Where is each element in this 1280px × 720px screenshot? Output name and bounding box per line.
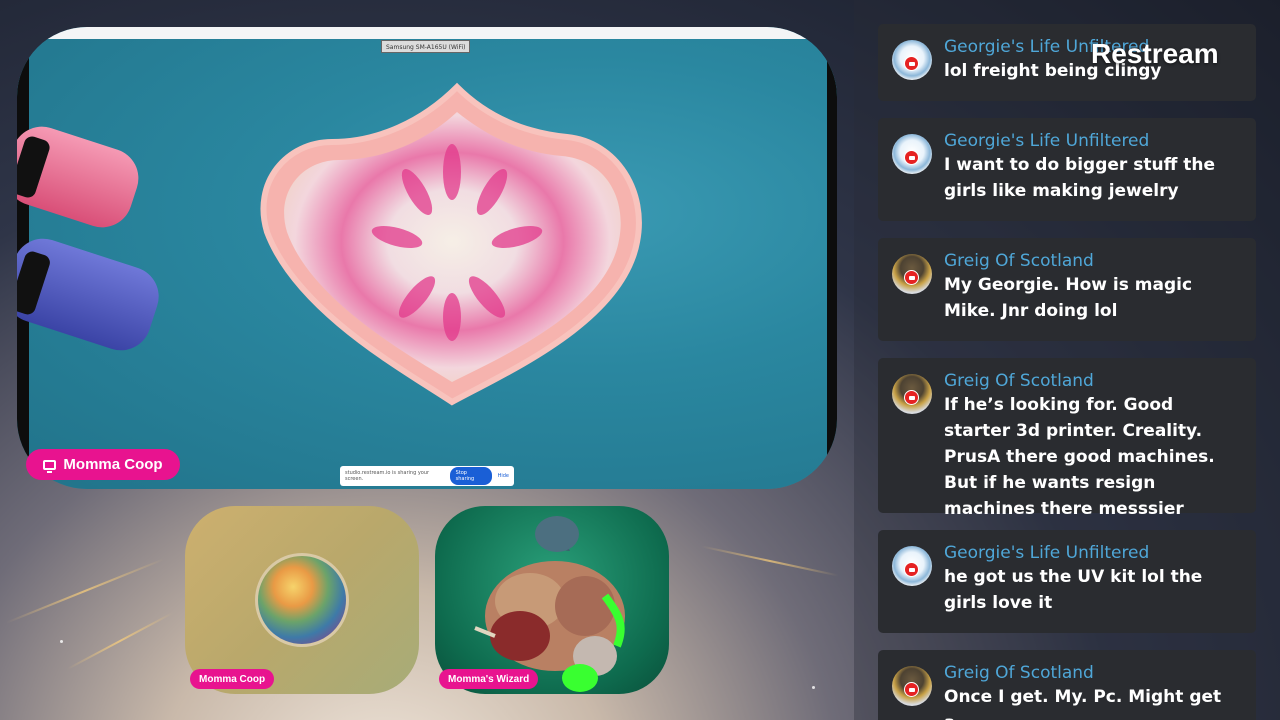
share-notice-text: studio.restream.io is sharing your scree…: [345, 470, 430, 482]
miniature-figure: [474, 516, 625, 692]
camera-tile-mommas-wizard: [435, 506, 669, 694]
chat-message: Georgie's Life Unfiltered I want to do b…: [878, 118, 1256, 221]
stop-sharing-button[interactable]: Stop sharing: [449, 467, 492, 485]
youtube-icon: [904, 56, 919, 71]
youtube-icon: [904, 270, 919, 285]
youtube-icon: [904, 150, 919, 165]
main-source-name: Momma Coop: [63, 456, 163, 473]
youtube-icon: [904, 390, 919, 405]
chat-message: Greig Of Scotland My Georgie. How is mag…: [878, 238, 1256, 341]
chat-message: Greig Of Scotland Once I get. My. Pc. Mi…: [878, 650, 1256, 720]
restream-logo: Restream: [1091, 38, 1219, 69]
chat-text: My Georgie. How is magic Mike. Jnr doing…: [944, 275, 1193, 321]
main-source-label: Momma Coop: [26, 449, 180, 480]
heart-mold: [260, 82, 642, 406]
camera-label: Momma Coop: [190, 669, 275, 689]
monitor-icon: [43, 459, 57, 473]
hide-button[interactable]: Hide: [498, 473, 509, 479]
chat-author: Greig Of Scotland: [944, 251, 1094, 271]
youtube-icon: [904, 562, 919, 577]
chat-author: Greig Of Scotland: [944, 371, 1094, 391]
chat-message: Greig Of Scotland If he’s looking for. G…: [878, 358, 1256, 519]
device-tag: Samsung SM-A165U (WiFi): [381, 40, 471, 53]
chat-text: If he’s looking for. Good starter 3d pri…: [944, 395, 1215, 519]
chat-author: Georgie's Life Unfiltered: [944, 131, 1150, 151]
chat-message: Georgie's Life Unfiltered he got us the …: [878, 530, 1256, 633]
screen-share-notice: studio.restream.io is sharing your scree…: [340, 466, 514, 486]
screen-share-feed: Samsung SM-A165U (WiFi) studio.restream.…: [17, 27, 837, 489]
screen-status-bar: [17, 27, 837, 39]
chat-author: Greig Of Scotland: [944, 663, 1094, 683]
youtube-icon: [904, 682, 919, 697]
fairy-avatar: [255, 553, 349, 647]
chat-text: he got us the UV kit lol the girls love …: [944, 567, 1203, 613]
chat-text: Once I get. My. Pc. Might get a.: [944, 687, 1222, 720]
camera-tile-momma-coop: [185, 506, 419, 694]
chat-author: Georgie's Life Unfiltered: [944, 543, 1150, 563]
camera-label: Momma's Wizard: [439, 669, 539, 689]
chat-text: I want to do bigger stuff the girls like…: [944, 155, 1216, 201]
